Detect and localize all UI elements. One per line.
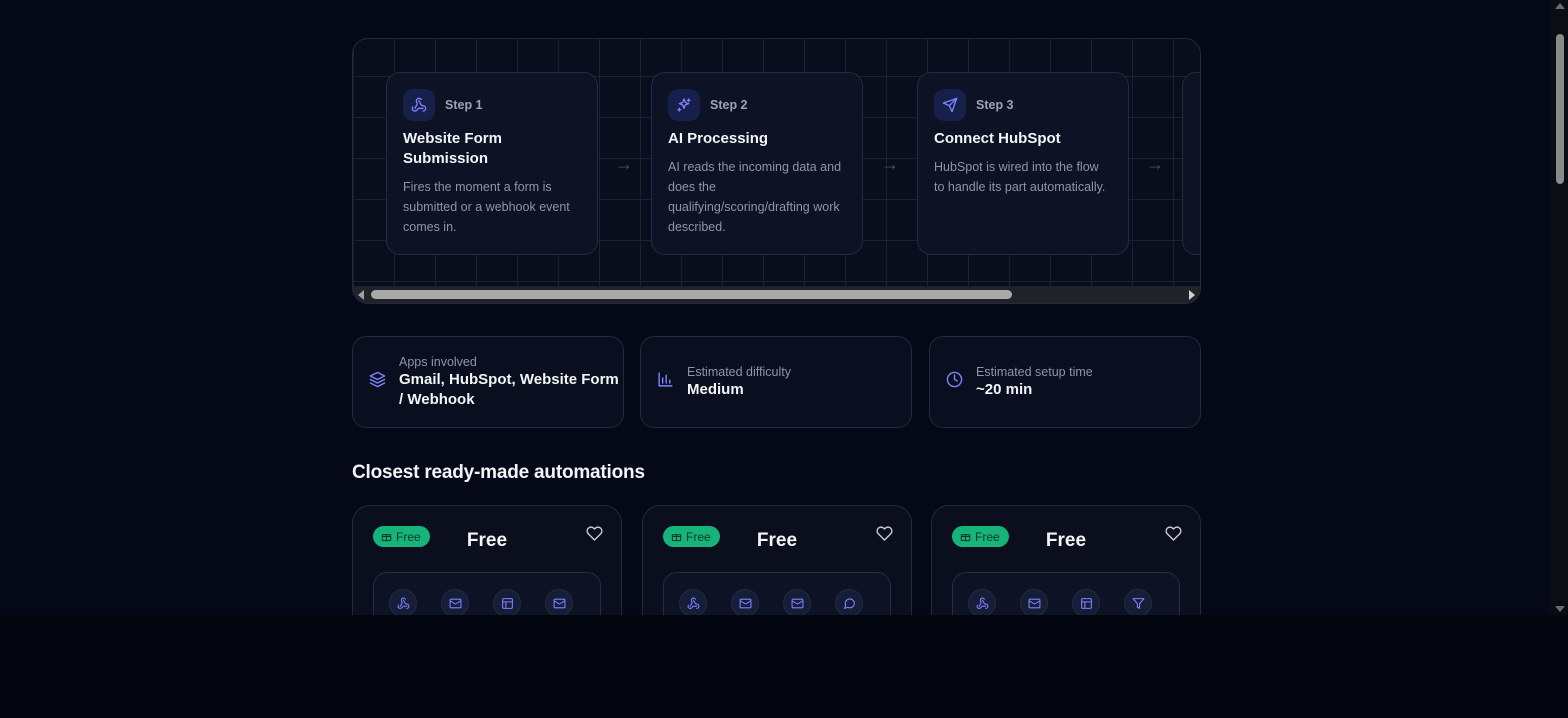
mail-icon	[441, 589, 469, 615]
step-label: Step 2	[710, 98, 748, 112]
filter-icon	[1124, 589, 1152, 615]
mail-icon	[783, 589, 811, 615]
price: Free	[1045, 530, 1087, 551]
info-value: Medium	[687, 380, 744, 398]
info-label: Estimated difficulty	[687, 364, 791, 379]
difficulty-card: Estimated difficulty Medium	[640, 336, 912, 428]
chat-icon	[835, 589, 863, 615]
heart-icon[interactable]	[876, 525, 893, 547]
sparkles-icon	[668, 89, 700, 121]
step-title: Connect HubSpot	[934, 130, 1061, 147]
setup-time-card: Estimated setup time ~20 min	[929, 336, 1201, 428]
step-description: HubSpot is wired into the flow to handle…	[934, 160, 1106, 194]
price: Free	[466, 530, 508, 551]
mail-icon	[545, 589, 573, 615]
table-icon	[1072, 589, 1100, 615]
info-label: Apps involved	[399, 354, 477, 369]
clock-icon	[946, 371, 963, 393]
section-title: Closest ready-made automations	[352, 462, 645, 483]
bottom-strip	[0, 615, 1568, 718]
scroll-right-icon[interactable]	[1189, 290, 1195, 300]
heart-icon[interactable]	[586, 525, 603, 547]
step-label: Step 3	[976, 98, 1014, 112]
page-scrollbar[interactable]	[1551, 0, 1568, 615]
scrollbar-thumb[interactable]	[1556, 34, 1564, 184]
webhook-icon	[679, 589, 707, 615]
scroll-down-icon[interactable]	[1555, 606, 1565, 612]
webhook-icon	[389, 589, 417, 615]
bar-chart-icon	[657, 371, 674, 393]
scrollbar-thumb[interactable]	[371, 290, 1012, 299]
step-card-1[interactable]: Step 1 Website Form Submission Fires the…	[386, 72, 598, 255]
price: Free	[756, 530, 798, 551]
arrow-right-icon: →	[1146, 154, 1164, 174]
apps-preview	[952, 572, 1180, 615]
automation-card-3[interactable]: Free Free	[931, 505, 1201, 615]
step-card-4-partial[interactable]	[1182, 72, 1200, 255]
step-title: AI Processing	[668, 130, 769, 147]
webhook-icon	[968, 589, 996, 615]
horizontal-scrollbar[interactable]	[353, 286, 1200, 303]
send-icon	[934, 89, 966, 121]
step-card-3[interactable]: Step 3 Connect HubSpot HubSpot is wired …	[917, 72, 1129, 255]
heart-icon[interactable]	[1165, 525, 1182, 547]
table-icon	[493, 589, 521, 615]
step-card-2[interactable]: Step 2 AI Processing AI reads the incomi…	[651, 72, 863, 255]
workflow-diagram[interactable]: Step 1 Website Form Submission Fires the…	[352, 38, 1201, 304]
scroll-up-icon[interactable]	[1555, 3, 1565, 9]
step-title: Website Form Submission	[403, 130, 502, 167]
automation-card-1[interactable]: Free Free	[352, 505, 622, 615]
info-label: Estimated setup time	[976, 364, 1093, 379]
webhook-icon	[403, 89, 435, 121]
arrow-right-icon: →	[881, 154, 899, 174]
step-description: Fires the moment a form is submitted or …	[403, 180, 570, 234]
arrow-right-icon: →	[615, 154, 633, 174]
apps-preview	[373, 572, 601, 615]
layers-icon	[369, 371, 386, 393]
info-value: ~20 min	[976, 380, 1033, 398]
step-description: AI reads the incoming data and does the …	[668, 160, 842, 234]
page-viewport: Step 1 Website Form Submission Fires the…	[0, 0, 1551, 615]
automation-card-2[interactable]: Free Free	[642, 505, 912, 615]
apps-involved-card: Apps involved Gmail, HubSpot, Website Fo…	[352, 336, 624, 428]
info-value: Gmail, HubSpot, Website Form / Webhook	[399, 370, 619, 408]
mail-icon	[1020, 589, 1048, 615]
mail-icon	[731, 589, 759, 615]
step-label: Step 1	[445, 98, 483, 112]
scroll-left-icon[interactable]	[358, 290, 364, 300]
apps-preview	[663, 572, 891, 615]
